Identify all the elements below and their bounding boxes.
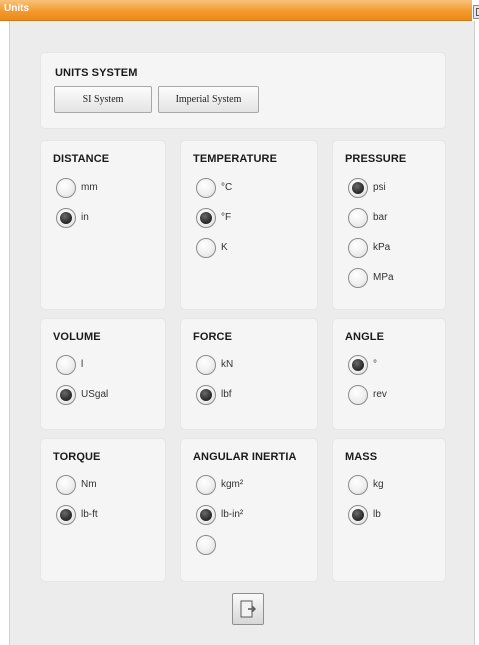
- radio-button[interactable]: [348, 475, 368, 495]
- restore-window-icon[interactable]: [473, 5, 479, 19]
- title-bar: Units: [0, 0, 472, 21]
- exit-button[interactable]: [232, 593, 264, 625]
- option-label: kPa: [373, 242, 391, 253]
- option-label: rev: [373, 389, 387, 400]
- radio-button[interactable]: [348, 208, 368, 228]
- force-heading: FORCE: [193, 331, 232, 343]
- option-label: Nm: [81, 479, 97, 490]
- temperature-panel: TEMPERATURE °C °F K: [181, 141, 317, 309]
- units-system-heading: UNITS SYSTEM: [55, 67, 138, 79]
- radio-button[interactable]: [196, 535, 216, 555]
- option-label: lb-ft: [81, 509, 98, 520]
- temperature-heading: TEMPERATURE: [193, 153, 278, 165]
- radio-button[interactable]: [348, 385, 368, 405]
- radio-button[interactable]: [196, 385, 216, 405]
- option-label: °F: [221, 212, 232, 223]
- si-system-button[interactable]: SI System: [54, 86, 152, 113]
- option-label: °: [373, 359, 377, 370]
- radio-button[interactable]: [56, 355, 76, 375]
- option-label: °C: [221, 182, 233, 193]
- units-window: Units UNITS SYSTEM SI System Imperial Sy…: [0, 0, 479, 645]
- option-label: lb: [373, 509, 381, 520]
- radio-button[interactable]: [196, 505, 216, 525]
- angular-inertia-heading: ANGULAR INERTIA: [193, 451, 297, 463]
- option-label: lbf: [221, 389, 232, 400]
- distance-panel: DISTANCE mm in: [41, 141, 165, 309]
- option-label: kgm²: [221, 479, 244, 490]
- imperial-system-button[interactable]: Imperial System: [158, 86, 259, 113]
- distance-heading: DISTANCE: [53, 153, 110, 165]
- angular-inertia-panel: ANGULAR INERTIA kgm² lb-in²: [181, 439, 317, 581]
- units-system-panel: UNITS SYSTEM SI System Imperial System: [41, 53, 445, 128]
- torque-heading: TORQUE: [53, 451, 101, 463]
- radio-button[interactable]: [348, 238, 368, 258]
- radio-button[interactable]: [348, 355, 368, 375]
- radio-button[interactable]: [196, 178, 216, 198]
- window-title: Units: [4, 3, 29, 14]
- radio-button[interactable]: [348, 268, 368, 288]
- radio-button[interactable]: [56, 505, 76, 525]
- radio-button[interactable]: [56, 385, 76, 405]
- option-label: l: [81, 359, 84, 370]
- angle-panel: ANGLE ° rev: [333, 319, 445, 429]
- option-label: lb-in²: [221, 509, 244, 520]
- mass-panel: MASS kg lb: [333, 439, 445, 581]
- option-label: MPa: [373, 272, 394, 283]
- mass-heading: MASS: [345, 451, 378, 463]
- radio-button[interactable]: [348, 505, 368, 525]
- option-label: in: [81, 212, 89, 223]
- radio-button[interactable]: [56, 208, 76, 228]
- pressure-heading: PRESSURE: [345, 153, 407, 165]
- exit-door-icon: [240, 600, 256, 618]
- radio-button[interactable]: [196, 475, 216, 495]
- radio-button[interactable]: [196, 238, 216, 258]
- radio-button[interactable]: [196, 208, 216, 228]
- volume-heading: VOLUME: [53, 331, 101, 343]
- radio-button[interactable]: [348, 178, 368, 198]
- force-panel: FORCE kN lbf: [181, 319, 317, 429]
- volume-panel: VOLUME l USgal: [41, 319, 165, 429]
- angle-heading: ANGLE: [345, 331, 384, 343]
- pressure-panel: PRESSURE psi bar kPa MPa: [333, 141, 445, 309]
- option-label: bar: [373, 212, 388, 223]
- option-label: USgal: [81, 389, 109, 400]
- radio-button[interactable]: [56, 475, 76, 495]
- torque-panel: TORQUE Nm lb-ft: [41, 439, 165, 581]
- option-label: K: [221, 242, 228, 253]
- option-label: mm: [81, 182, 98, 193]
- option-label: psi: [373, 182, 386, 193]
- units-content: UNITS SYSTEM SI System Imperial System D…: [9, 21, 475, 645]
- radio-button[interactable]: [196, 355, 216, 375]
- radio-button[interactable]: [56, 178, 76, 198]
- option-label: kg: [373, 479, 384, 490]
- option-label: kN: [221, 359, 234, 370]
